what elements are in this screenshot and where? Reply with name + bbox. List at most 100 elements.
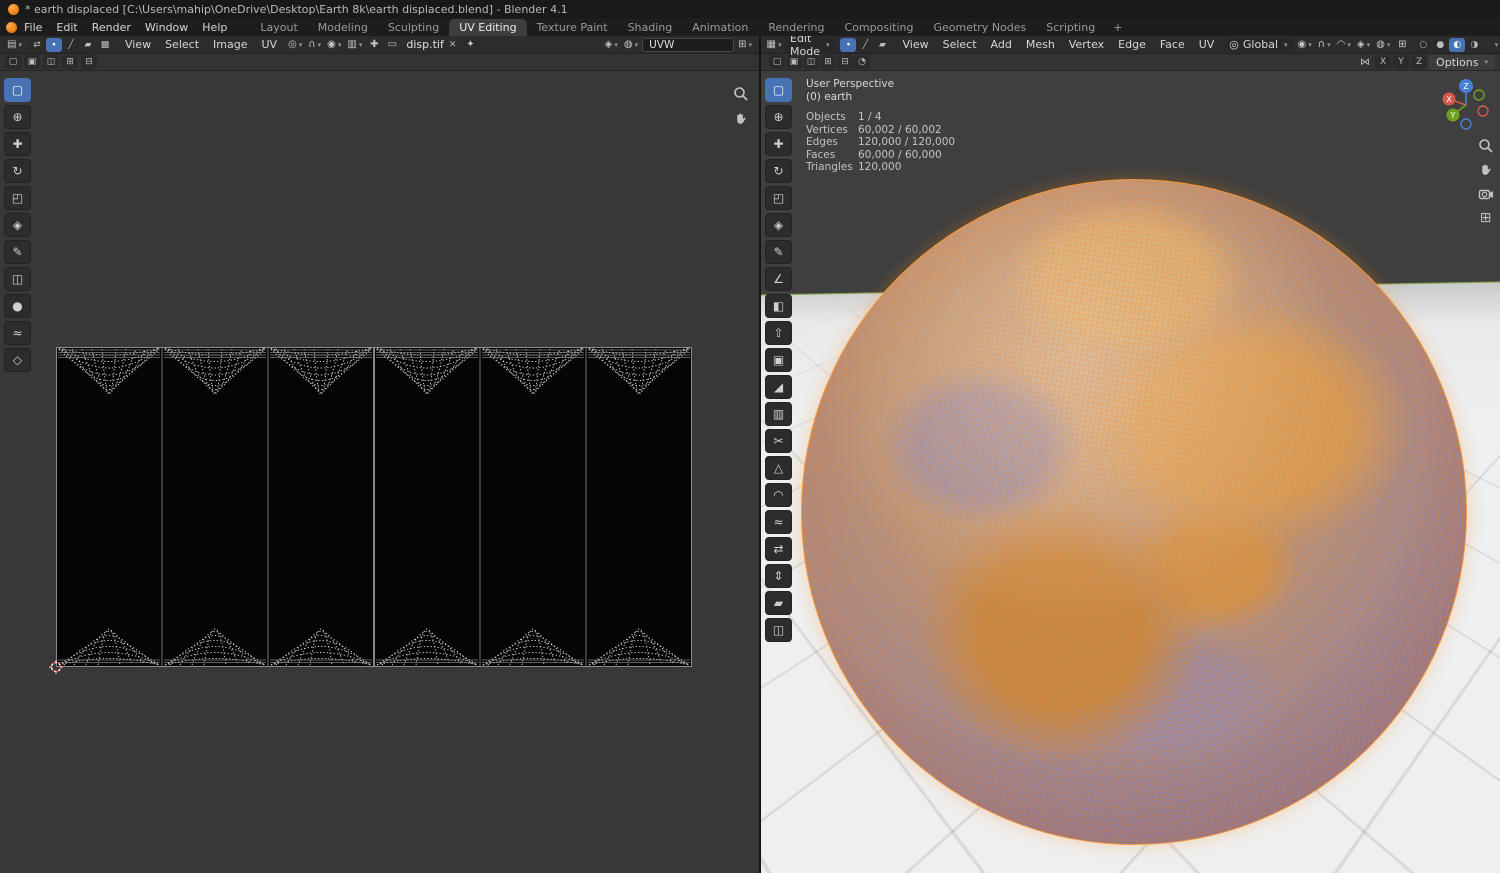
select-box-tool[interactable]: ▢ [4,78,31,102]
snap-button[interactable]: ∩ ▾ [1316,37,1333,52]
menu-item[interactable]: Image [206,37,254,53]
move-tool[interactable]: ✚ [765,132,792,156]
correct-face-attributes-icon[interactable]: ◔ [854,55,870,69]
editor-type-button[interactable]: ▦ ▾ [766,37,782,52]
uv-select-island-button[interactable]: ▩ [97,38,113,52]
proportional-settings-icon[interactable]: ◫ [803,55,819,69]
edge-select-mode-button[interactable]: ╱ [857,38,873,52]
menu-item[interactable]: Select [936,37,984,53]
gizmos-toggle-button[interactable]: ◈ ▾ [1355,37,1372,52]
menu-item[interactable]: Select [158,37,206,53]
pinch-brush-tool[interactable]: ◇ [4,348,31,372]
menu-item[interactable]: Face [1153,37,1192,53]
uv-sync-select-icon[interactable]: ⇄ [29,38,45,52]
uv-select-edge-button[interactable]: ╱ [63,38,79,52]
poly-build-tool[interactable]: △ [765,456,792,480]
bevel-tool[interactable]: ◢ [765,375,792,399]
transform-tool[interactable]: ◈ [4,213,31,237]
mirror-y-button[interactable]: Y [1393,55,1409,69]
workspace-tab[interactable]: Texture Paint [527,19,618,36]
overlays-toggle-button[interactable]: ◍ ▾ [1374,37,1392,52]
measure-tool[interactable]: ∠ [765,267,792,291]
blender-menu-icon[interactable] [6,22,17,33]
menu-item[interactable]: Vertex [1062,37,1111,53]
unlink-image-button[interactable]: ✕ [449,40,457,50]
transform-pivot-icon[interactable]: ⊟ [837,55,853,69]
uv-edge-mode-icon[interactable]: ▣ [24,55,40,69]
zoom-icon[interactable] [732,85,749,102]
uv-display-stretch-icon[interactable]: ⊟ [81,55,97,69]
add-workspace-button[interactable]: + [1105,19,1130,36]
scale-tool[interactable]: ◰ [765,186,792,210]
knife-tool[interactable]: ✂ [765,429,792,453]
editor-type-button[interactable]: ▤ ▾ [5,37,24,52]
workspace-tab[interactable]: Geometry Nodes [923,19,1036,36]
solid-shading-button[interactable]: ● [1432,38,1448,52]
workspace-tab[interactable]: Rendering [758,19,834,36]
extrude-region-tool[interactable]: ⇧ [765,321,792,345]
workspace-tab[interactable]: Scripting [1036,19,1105,36]
annotate-tool[interactable]: ✎ [4,240,31,264]
menu-item[interactable]: File [17,19,49,35]
image-datablock[interactable]: disp.tif ✕ [402,38,460,51]
snap-button[interactable]: ∩ ▾ [306,37,323,52]
navigation-gizmo[interactable]: Z X Y [1436,75,1496,135]
proportional-editing-button[interactable]: ◠ ▾ [1335,37,1353,52]
uv-map-field[interactable]: UVW [642,38,734,52]
menu-item[interactable]: View [895,37,935,53]
workspace-tab[interactable]: Sculpting [378,19,449,36]
menu-item[interactable]: Window [138,19,195,35]
smooth-tool[interactable]: ≈ [765,510,792,534]
loop-cut-tool[interactable]: ▥ [765,402,792,426]
pan-hand-icon[interactable] [1477,161,1494,178]
pivot-point-button[interactable]: ◎ ▾ [286,37,304,52]
face-select-mode-button[interactable]: ▰ [874,38,890,52]
transform-orientation-dropdown[interactable]: ◎ Global ▾ [1223,37,1293,52]
transform-orientations-icon[interactable]: ▢ [769,55,785,69]
zoom-icon[interactable] [1477,137,1494,154]
add-cube-tool[interactable]: ◧ [765,294,792,318]
rip-region-tool[interactable]: ◫ [765,618,792,642]
xray-toggle-button[interactable]: ⊞ [1394,37,1410,52]
select-box-tool[interactable]: ▢ [765,78,792,102]
uv-select-vertex-button[interactable]: ∙ [46,38,62,52]
wireframe-shading-button[interactable]: ○ [1415,38,1431,52]
shading-dropdown-button[interactable]: ▾ [1487,37,1500,52]
automerge-icon[interactable]: ⊞ [820,55,836,69]
inset-faces-tool[interactable]: ▣ [765,348,792,372]
viewport-canvas[interactable]: ▢⊕✚↻◰◈✎∠◧⇧▣◢▥✂△◠≈⇄⇕▰◫ User Perspective (… [761,71,1500,873]
overlays-toggle-button[interactable]: ◍ ▾ [622,37,640,52]
grab-brush-tool[interactable]: ● [4,294,31,318]
relax-brush-tool[interactable]: ≈ [4,321,31,345]
move-tool[interactable]: ✚ [4,132,31,156]
orthographic-toggle-icon[interactable]: ⊞ [1477,209,1494,226]
snap-settings-icon[interactable]: ▣ [786,55,802,69]
menu-item[interactable]: UV [254,37,284,53]
rotate-tool[interactable]: ↻ [765,159,792,183]
vertex-select-mode-button[interactable]: ∙ [840,38,856,52]
workspace-tab[interactable]: Modeling [308,19,378,36]
material-preview-shading-button[interactable]: ◐ [1449,38,1465,52]
menu-item[interactable]: Render [85,19,138,35]
spin-tool[interactable]: ◠ [765,483,792,507]
menu-item[interactable]: UV [1192,37,1222,53]
pin-image-button[interactable]: ✦ [462,37,478,52]
display-channels-button[interactable]: ⊞ ▾ [736,37,754,52]
pivot-point-button[interactable]: ◉ ▾ [1296,37,1314,52]
new-image-button[interactable]: ✚ [366,37,382,52]
workspace-tab[interactable]: Animation [682,19,758,36]
rotate-tool[interactable]: ↻ [4,159,31,183]
gizmos-toggle-button[interactable]: ◈ ▾ [603,37,620,52]
edge-slide-tool[interactable]: ⇄ [765,537,792,561]
cursor-tool[interactable]: ⊕ [765,105,792,129]
uv-2d-cursor[interactable] [49,660,63,674]
scale-tool[interactable]: ◰ [4,186,31,210]
rip-region-tool[interactable]: ◫ [4,267,31,291]
menu-item[interactable]: View [118,37,158,53]
uv-sticky-mode-icon[interactable]: ▢ [5,55,21,69]
cursor-tool[interactable]: ⊕ [4,105,31,129]
earth-mesh[interactable] [801,179,1467,845]
options-dropdown[interactable]: Options ▾ [1429,55,1495,70]
mirror-x-button[interactable]: X [1375,55,1391,69]
annotate-tool[interactable]: ✎ [765,240,792,264]
